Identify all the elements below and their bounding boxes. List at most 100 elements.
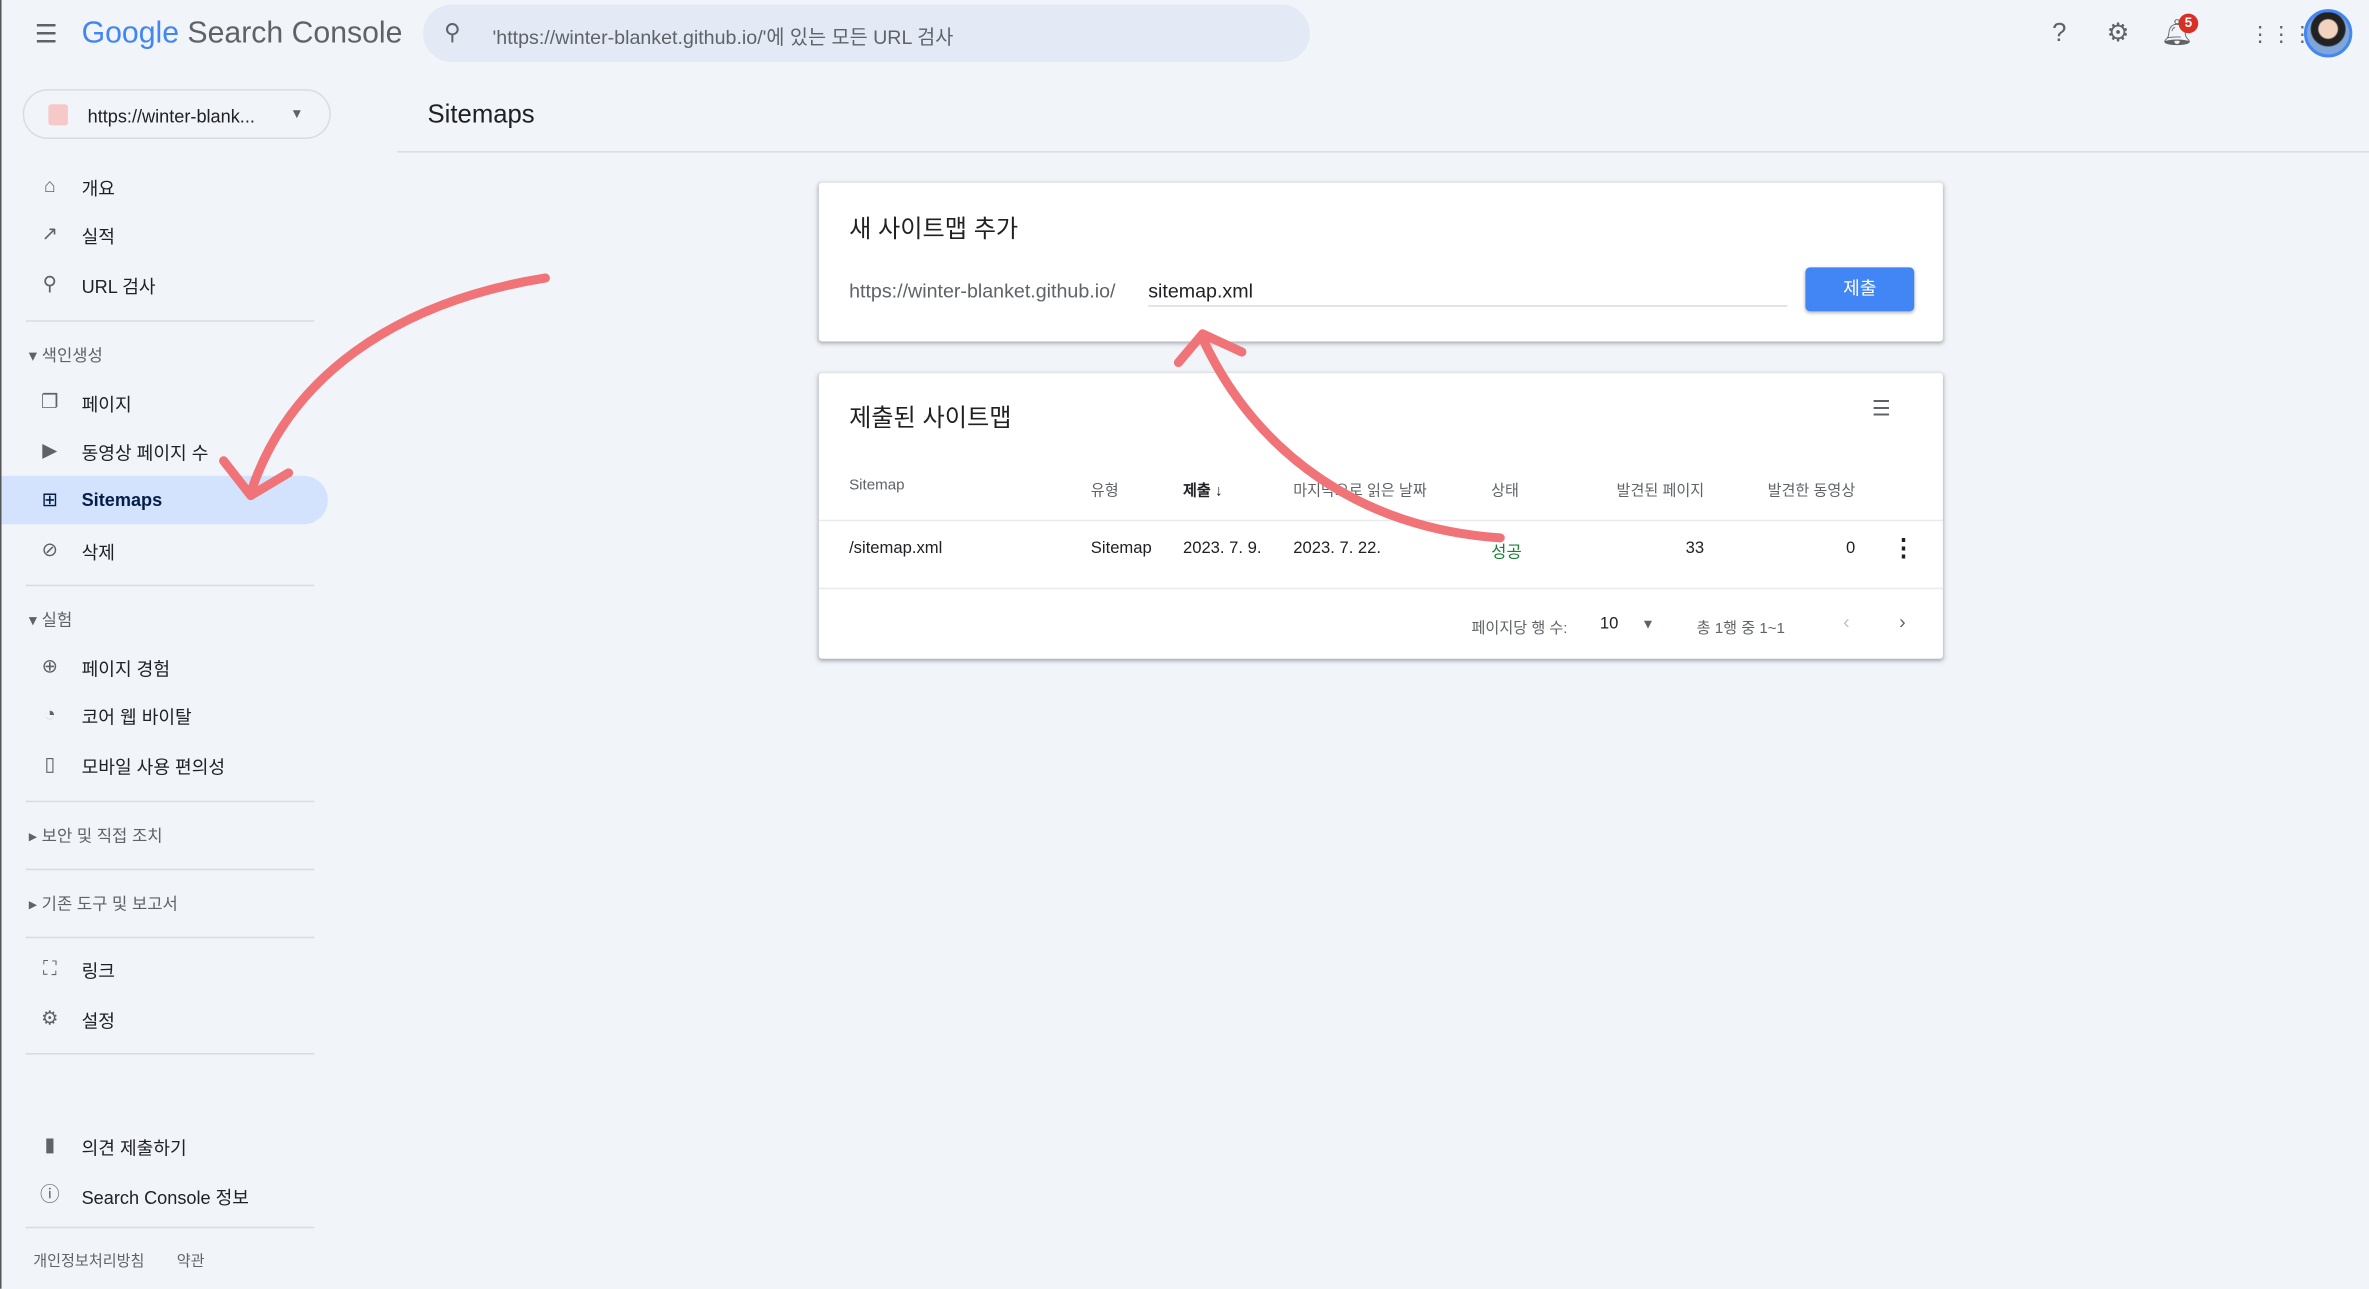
arrow-down-icon: ↓ xyxy=(1214,483,1223,501)
add-sitemap-card xyxy=(818,182,1943,342)
section-indexing[interactable]: ▾ 색인생성 xyxy=(29,343,103,367)
sidebar-item-pages[interactable]: ❐ 페이지 xyxy=(2,378,328,426)
search-icon: ⚲ xyxy=(444,19,461,46)
cell-sitemap: /sitemap.xml xyxy=(849,539,943,558)
notification-badge: 5 xyxy=(2178,13,2199,34)
eye-off-icon: ⊘ xyxy=(41,537,59,561)
links-icon: ⛶ xyxy=(42,956,57,979)
rows-per-page-value: 10 xyxy=(1599,614,1619,634)
sidebar-item-links[interactable]: ⛶ 링크 xyxy=(2,944,328,992)
sidebar-item-label: 실적 xyxy=(81,226,115,248)
cell-videos: 0 xyxy=(1846,539,1856,558)
sidebar-item-feedback[interactable]: ▮ 의견 제출하기 xyxy=(2,1121,328,1169)
google-wordmark: Google xyxy=(81,16,180,50)
column-header-videos[interactable]: 발견한 동영상 xyxy=(1768,477,1856,500)
home-icon: ⌂ xyxy=(43,173,56,197)
terms-link[interactable]: 약관 xyxy=(177,1248,205,1271)
section-legacy[interactable]: ▸ 기존 도구 및 보고서 xyxy=(29,891,178,915)
column-header-status[interactable]: 상태 xyxy=(1491,477,1519,500)
next-page-icon[interactable]: › xyxy=(1899,610,1906,633)
column-header-sitemap[interactable]: Sitemap xyxy=(849,477,904,494)
divider xyxy=(25,320,315,322)
sidebar-item-label: 개요 xyxy=(81,178,115,200)
column-header-type[interactable]: 유형 xyxy=(1091,477,1119,500)
help-icon[interactable]: ? xyxy=(2041,15,2077,51)
pagination-range: 총 1행 중 1~1 xyxy=(1696,620,1785,638)
sidebar-item-core-web-vitals[interactable]: ◔ 코어 웹 바이탈 xyxy=(2,690,328,738)
add-sitemap-title: 새 사이트맵 추가 xyxy=(849,217,1019,244)
avatar[interactable] xyxy=(2303,9,2353,58)
sidebar-item-sitemaps[interactable]: ⊞ Sitemaps xyxy=(1,475,328,525)
divider xyxy=(25,800,315,803)
product-name: Search Console xyxy=(187,16,403,50)
trending-up-icon: ↗ xyxy=(41,222,59,245)
divider xyxy=(818,587,1943,590)
submit-button[interactable]: 제출 xyxy=(1805,267,1915,312)
apps-grid-icon[interactable]: ⋮⋮⋮ xyxy=(2250,15,2313,51)
sidebar-item-label: URL 검사 xyxy=(81,276,156,298)
phone-icon: ▯ xyxy=(44,752,56,776)
rows-per-page-label: 페이지당 행 수: xyxy=(1471,620,1568,638)
info-icon: ⓘ xyxy=(40,1182,60,1206)
sidebar-item-label: Sitemaps xyxy=(81,489,163,511)
sidebar-item-label: 링크 xyxy=(81,960,115,983)
divider xyxy=(25,936,315,939)
logo[interactable]: Google Search Console xyxy=(82,17,403,52)
sidebar-item-page-experience[interactable]: ⊕ 페이지 경험 xyxy=(2,642,328,690)
sidebar-item-label: 동영상 페이지 수 xyxy=(81,442,209,464)
property-icon xyxy=(48,104,68,126)
sidebar-item-label: 삭제 xyxy=(81,542,115,564)
more-vert-icon[interactable]: ⋮ xyxy=(1892,533,1916,563)
cell-type: Sitemap xyxy=(1090,539,1152,558)
video-pages-icon: ▶ xyxy=(42,438,58,461)
sidebar-item-video-pages[interactable]: ▶ 동영상 페이지 수 xyxy=(2,426,328,474)
rows-per-page-select[interactable]: 10 ▼ xyxy=(1600,615,1655,633)
sidebar-item-overview[interactable]: ⌂ 개요 xyxy=(2,162,328,210)
feedback-icon: ▮ xyxy=(44,1133,56,1156)
url-inspect-search[interactable]: ⚲ 'https://winter-blanket.github.io/'에 있… xyxy=(423,4,1310,62)
sidebar-item-label: 페이지 xyxy=(81,394,132,416)
sidebar-item-url-inspection[interactable]: ⚲ URL 검사 xyxy=(2,260,328,308)
sidebar-item-label: 코어 웹 바이탈 xyxy=(81,707,192,729)
plus-circle-icon: ⊕ xyxy=(41,654,59,677)
cell-status: 성공 xyxy=(1491,543,1522,563)
property-selector[interactable]: https://winter-blank... ▼ xyxy=(22,89,331,139)
section-security[interactable]: ▸ 보안 및 직접 조치 xyxy=(29,823,163,847)
divider xyxy=(25,1226,315,1229)
search-input[interactable]: 'https://winter-blanket.github.io/'에 있는 … xyxy=(493,21,954,50)
property-label: https://winter-blank... xyxy=(87,105,255,127)
sitemap-url-input[interactable]: sitemap.xml xyxy=(1148,279,1788,307)
sitemap-icon: ⊞ xyxy=(41,487,59,511)
cell-submitted: 2023. 7. 9. xyxy=(1182,539,1262,558)
filter-icon[interactable]: ☰ xyxy=(1872,396,1891,422)
sidebar-item-mobile-usability[interactable]: ▯ 모바일 사용 편의성 xyxy=(2,740,328,788)
users-settings-icon[interactable]: ⚙ xyxy=(2100,15,2136,51)
menu-icon[interactable]: ☰ xyxy=(35,20,58,50)
section-experience[interactable]: ▾ 실험 xyxy=(29,607,73,631)
divider xyxy=(25,584,315,587)
sidebar-item-performance[interactable]: ↗ 실적 xyxy=(2,210,328,258)
column-label: 제출 xyxy=(1182,483,1211,501)
column-header-last-read[interactable]: 마지막으로 읽은 날짜 xyxy=(1293,477,1426,500)
column-header-pages[interactable]: 발견된 페이지 xyxy=(1617,477,1705,500)
section-label: 색인생성 xyxy=(41,347,103,366)
divider xyxy=(25,1053,315,1055)
section-label: 실험 xyxy=(41,611,73,631)
prev-page-icon[interactable]: ‹ xyxy=(1843,610,1850,633)
privacy-link[interactable]: 개인정보처리방침 xyxy=(33,1248,144,1271)
cell-pages: 33 xyxy=(1685,539,1705,558)
search-icon: ⚲ xyxy=(42,271,58,295)
sidebar-item-settings[interactable]: ⚙ 설정 xyxy=(2,994,328,1042)
sidebar-item-label: 페이지 경험 xyxy=(81,658,171,680)
divider xyxy=(25,868,315,871)
sidebar-item-label: 모바일 사용 편의성 xyxy=(81,756,226,779)
chevron-down-icon: ▼ xyxy=(1641,616,1655,632)
sidebar-item-label: Search Console 정보 xyxy=(81,1187,249,1209)
section-label: 기존 도구 및 보고서 xyxy=(41,895,178,915)
column-header-submitted[interactable]: 제출 ↓ xyxy=(1183,477,1223,500)
sidebar-item-about[interactable]: ⓘ Search Console 정보 xyxy=(2,1171,328,1219)
submitted-sitemaps-title: 제출된 사이트맵 xyxy=(849,406,1012,433)
divider xyxy=(397,151,2369,153)
sidebar-item-removals[interactable]: ⊘ 삭제 xyxy=(2,526,328,574)
gauge-icon: ◔ xyxy=(43,702,56,726)
